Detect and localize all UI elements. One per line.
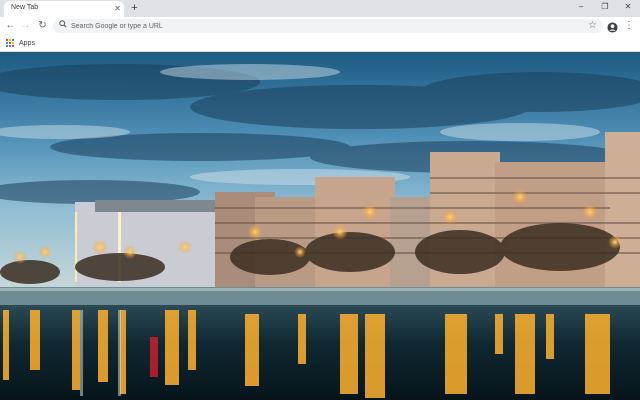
tab-new-tab[interactable]: New Tab ✕: [4, 1, 124, 17]
apps-grid-dot: [12, 45, 14, 47]
forward-button[interactable]: →: [19, 19, 32, 33]
apps-grid-dot: [6, 39, 8, 41]
window-close-button[interactable]: ✕: [617, 0, 639, 14]
omnibox[interactable]: [53, 19, 603, 33]
apps-grid-dot: [12, 42, 14, 44]
profile-avatar-icon[interactable]: [607, 20, 618, 33]
bookmarks-bar: Apps: [0, 35, 640, 52]
omnibox-input[interactable]: [71, 19, 571, 33]
apps-grid-dot: [9, 45, 11, 47]
search-icon: [59, 20, 67, 32]
apps-shortcut[interactable]: Apps: [6, 38, 35, 48]
close-icon[interactable]: ✕: [112, 3, 123, 14]
menu-icon[interactable]: ⋮: [624, 19, 634, 33]
apps-grid-dot: [12, 39, 14, 41]
new-tab-button[interactable]: +: [128, 2, 141, 15]
apps-grid-dot: [9, 42, 11, 44]
new-tab-background: [0, 52, 640, 400]
apps-grid-dot: [6, 42, 8, 44]
browser-toolbar: ← → ↻ ☆ ⋮: [0, 17, 640, 35]
apps-grid-dot: [6, 45, 8, 47]
city-dusk-photo: [0, 52, 640, 400]
apps-label: Apps: [19, 39, 35, 47]
tab-title: New Tab: [11, 4, 39, 11]
minimize-button[interactable]: –: [570, 0, 592, 14]
apps-grid-dot: [9, 39, 11, 41]
apps-grid-icon: [6, 39, 14, 47]
restore-button[interactable]: ❐: [594, 0, 616, 14]
back-button[interactable]: ←: [4, 19, 17, 33]
tab-strip: New Tab ✕ + – ❐ ✕: [0, 0, 640, 17]
reload-button[interactable]: ↻: [36, 19, 49, 33]
bookmark-star-icon[interactable]: ☆: [586, 19, 599, 33]
